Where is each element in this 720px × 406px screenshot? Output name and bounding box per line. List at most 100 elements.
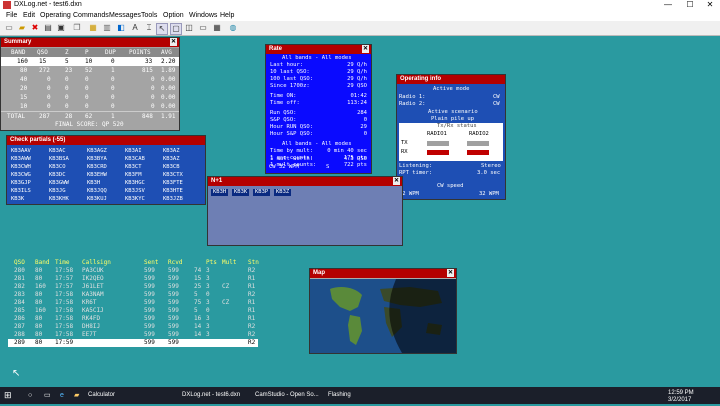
close-button[interactable]: ✕	[700, 0, 720, 10]
minimize-button[interactable]: —	[658, 0, 678, 10]
log-cell: 80	[35, 275, 43, 282]
log-cell: Stn	[248, 259, 259, 266]
summary-row[interactable]: 10 0 0 0 0 0 0.00	[1, 102, 179, 111]
map-close-button[interactable]: ✕	[447, 269, 454, 277]
log-cell: 599	[168, 275, 179, 282]
menu-file[interactable]: File	[6, 12, 17, 19]
nplus-call[interactable]: KB3K	[232, 189, 250, 196]
menu-operating[interactable]: Operating	[40, 12, 71, 19]
taskbar-item-camstudio[interactable]: CamStudio - Open So...	[255, 390, 319, 401]
opinfo-header[interactable]: Operating info	[397, 75, 505, 84]
log-cell: 80	[35, 339, 43, 346]
list-icon[interactable]: ▦	[88, 23, 98, 33]
text-icon[interactable]: A	[130, 23, 140, 33]
cursor-icon[interactable]: ⌶	[144, 23, 154, 33]
rate-label: Last hour:	[270, 62, 304, 68]
partial-call[interactable]: KB3JZB	[163, 195, 199, 204]
log-cell: R2	[248, 267, 256, 274]
menu-tools[interactable]: Tools	[141, 12, 157, 19]
menu-option[interactable]: Option	[163, 12, 184, 19]
summary-row[interactable]: 15 0 0 0 0 0 0.00	[1, 93, 179, 102]
export-icon[interactable]: ◧	[116, 23, 126, 33]
rx-indicator-radio1	[427, 150, 449, 155]
summary-close-button[interactable]: ✕	[170, 38, 177, 46]
rate-value: 113:24	[347, 100, 367, 106]
rate-close-button[interactable]: ✕	[362, 45, 369, 53]
log-cell: R1	[248, 315, 256, 322]
rate-label: 10 last QSO:	[270, 69, 310, 75]
rate-label: 100 last QSO:	[270, 76, 314, 82]
edge-icon[interactable]: e	[60, 390, 64, 401]
summary-header[interactable]: Summary ✕	[1, 38, 179, 47]
rate-value: 722 pts	[343, 162, 367, 168]
taskbar-item-flashing[interactable]: Flashing	[328, 390, 351, 401]
partial-call[interactable]: KB3KHK	[49, 195, 85, 204]
taskbar-item-calculator[interactable]: Calculator	[88, 390, 115, 401]
start-button[interactable]: ⊞	[4, 390, 12, 401]
summary-row[interactable]: 160 15 5 10 0 33 2.20	[1, 57, 179, 66]
taskbar-item-dxlog[interactable]: DXLog.net - test6.dxn	[182, 390, 240, 401]
summary-row[interactable]: 40 0 0 0 0 0 0.00	[1, 75, 179, 84]
scenario-value: Plain pile up	[431, 116, 475, 122]
log-cell: 289	[14, 339, 25, 346]
nplus-header[interactable]: N+1 ✕	[208, 177, 402, 186]
rate-label: All bands - All modes	[282, 55, 352, 61]
log-cell: 599	[144, 283, 155, 290]
monitor-icon[interactable]: ▢	[170, 23, 182, 35]
log-cell: R1	[248, 275, 256, 282]
rate-header[interactable]: Rate ✕	[266, 45, 371, 54]
nplus-call[interactable]: KB3H	[211, 189, 229, 196]
globe-icon[interactable]: ◍	[228, 23, 238, 33]
summary-row[interactable]: 80 272 23 52 1 815 1.89	[1, 66, 179, 75]
rate-label: S&P QSO:	[270, 117, 297, 123]
clock-date[interactable]: 3/2/2017	[668, 395, 691, 406]
n-plus-one-panel: N+1 ✕ KB3H KB3K KB3P KB3Z	[207, 176, 403, 246]
pointer-icon[interactable]: ↖	[156, 23, 168, 35]
rate-label: Run QSO:	[270, 110, 297, 116]
menu-messages[interactable]: Messages	[109, 12, 141, 19]
menu-edit[interactable]: Edit	[23, 12, 35, 19]
col-qso: QSO	[37, 49, 48, 56]
log-current-row[interactable]: 289 80 17:59 599 599 R2	[8, 339, 258, 347]
nplus-close-button[interactable]: ✕	[393, 177, 400, 185]
rate-title: Rate	[269, 46, 283, 52]
maximize-button[interactable]: ☐	[680, 0, 700, 10]
window-icon[interactable]: ◫	[184, 23, 194, 33]
search-icon[interactable]: ○	[28, 390, 32, 401]
settings-icon[interactable]: ▥	[102, 23, 112, 33]
open-icon[interactable]: ▰	[17, 23, 27, 33]
tx-label: TX	[401, 140, 408, 146]
delete-icon[interactable]: ✖	[30, 23, 40, 33]
log-cell: 281	[14, 275, 25, 282]
copy-icon[interactable]: ❐	[72, 23, 82, 33]
nplus-call[interactable]: KB3Z	[274, 189, 292, 196]
menu-windows[interactable]: Windows	[189, 12, 217, 19]
radio2-col: RADIO2	[469, 131, 489, 137]
log-cell: 14	[194, 331, 202, 338]
partials-header[interactable]: Check partials (-55)	[7, 136, 205, 145]
log-cell: KA5CIJ	[82, 307, 104, 314]
rate-value: 29 QSO	[347, 83, 367, 89]
partial-call[interactable]: KB3KYC	[125, 195, 161, 204]
log-cell: 15	[194, 275, 202, 282]
map-header[interactable]: Map ✕	[310, 269, 456, 278]
explorer-icon[interactable]: ▰	[74, 390, 79, 401]
save-icon[interactable]: ▣	[56, 23, 66, 33]
log-cell: 599	[144, 291, 155, 298]
log-cell: 288	[14, 331, 25, 338]
chat-icon[interactable]: ▭	[198, 23, 208, 33]
print-icon[interactable]: ▤	[43, 23, 53, 33]
log-cell: KA3NAM	[82, 291, 104, 298]
partial-call[interactable]: KB3K	[11, 195, 47, 204]
partial-call[interactable]: KB3KUJ	[87, 195, 123, 204]
new-icon[interactable]: ▭	[4, 23, 14, 33]
menu-help[interactable]: Help	[220, 12, 234, 19]
nplus-call[interactable]: KB3P	[253, 189, 271, 196]
log-cell: QSO	[14, 259, 25, 266]
summary-row[interactable]: 20 0 0 0 0 0 0.00	[1, 84, 179, 93]
mouse-cursor-icon: ↖	[12, 368, 21, 379]
task-view-icon[interactable]: ▭	[44, 390, 51, 401]
grid-icon[interactable]: ▦	[212, 23, 222, 33]
log-cell: 599	[168, 307, 179, 314]
menu-commands[interactable]: Commands	[73, 12, 109, 19]
